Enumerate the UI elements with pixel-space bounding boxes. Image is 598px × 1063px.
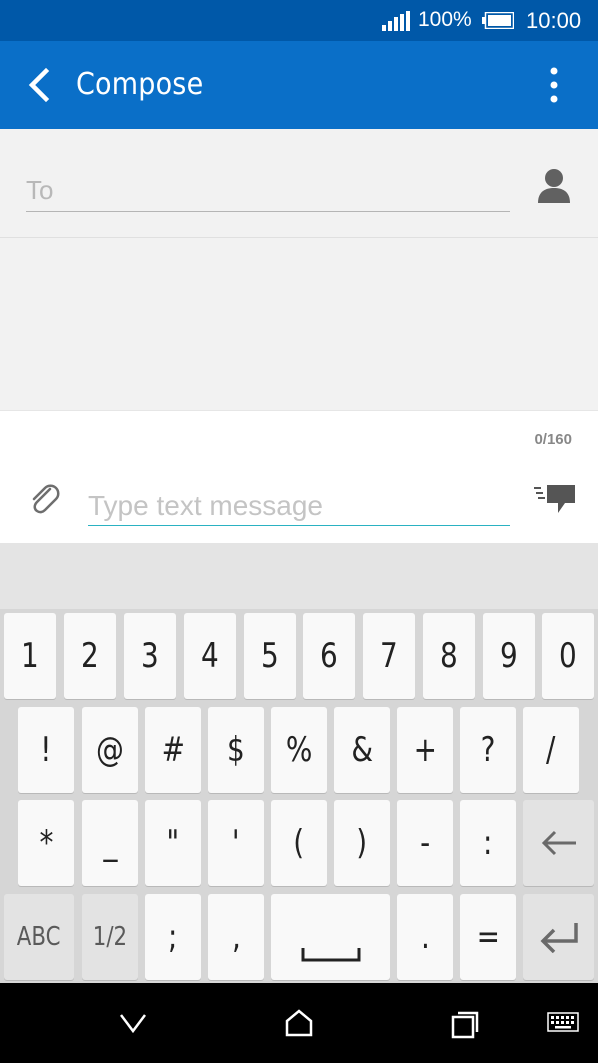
key-period[interactable]: .: [397, 894, 453, 980]
page-title: Compose: [76, 67, 204, 102]
key-5[interactable]: 5: [244, 613, 296, 699]
key-3[interactable]: 3: [124, 613, 176, 699]
person-icon[interactable]: [536, 167, 572, 205]
key-9[interactable]: 9: [483, 613, 535, 699]
key-close-paren[interactable]: ): [334, 800, 390, 886]
app-bar: Compose: [0, 41, 598, 129]
more-vert-icon[interactable]: [538, 63, 570, 107]
key-slash[interactable]: /: [523, 707, 579, 793]
key-equals[interactable]: =: [460, 894, 516, 980]
battery-percent: 100%: [418, 8, 472, 31]
keyboard-icon[interactable]: [546, 1005, 580, 1041]
key-double-quote[interactable]: ": [145, 800, 201, 886]
home-icon[interactable]: [279, 1005, 319, 1041]
key-comma[interactable]: ,: [208, 894, 264, 980]
status-bar: 100% 10:00: [0, 0, 598, 41]
backspace-key[interactable]: [523, 800, 594, 886]
message-input[interactable]: [88, 487, 510, 526]
chevron-left-icon[interactable]: [24, 65, 54, 105]
abc-key[interactable]: ABC: [4, 894, 74, 980]
send-message-icon[interactable]: [534, 485, 576, 515]
conversation-area: [0, 238, 598, 410]
navigation-bar: [0, 983, 598, 1063]
backspace-arrow-icon: [541, 830, 576, 856]
key-minus[interactable]: -: [397, 800, 453, 886]
keyboard-suggestion-strip: [0, 543, 598, 609]
keyboard: 1 2 3 4 5 6 7 8 9 0 ! @ # $ % & + ? / * …: [0, 609, 598, 983]
symbols-page-key[interactable]: 1/2: [82, 894, 138, 980]
key-at[interactable]: @: [82, 707, 138, 793]
enter-key[interactable]: [523, 894, 594, 980]
key-question[interactable]: ?: [460, 707, 516, 793]
key-exclamation[interactable]: !: [18, 707, 74, 793]
enter-icon: [540, 923, 578, 953]
paperclip-icon[interactable]: [28, 481, 60, 517]
key-underscore[interactable]: _: [82, 800, 138, 886]
battery-icon: [482, 12, 514, 29]
key-8[interactable]: 8: [423, 613, 475, 699]
key-percent[interactable]: %: [271, 707, 327, 793]
key-apostrophe[interactable]: ': [208, 800, 264, 886]
key-asterisk[interactable]: *: [18, 800, 74, 886]
character-counter: 0/160: [534, 431, 572, 448]
signal-icon: [382, 11, 410, 31]
space-key[interactable]: [271, 894, 390, 980]
key-plus[interactable]: +: [397, 707, 453, 793]
back-icon[interactable]: [113, 1005, 153, 1041]
key-4[interactable]: 4: [184, 613, 236, 699]
clock: 10:00: [526, 8, 582, 33]
recipient-area: [0, 129, 598, 238]
key-open-paren[interactable]: (: [271, 800, 327, 886]
key-ampersand[interactable]: &: [334, 707, 390, 793]
key-dollar[interactable]: $: [208, 707, 264, 793]
key-hash[interactable]: #: [145, 707, 201, 793]
recents-icon[interactable]: [445, 1005, 485, 1041]
key-colon[interactable]: :: [460, 800, 516, 886]
key-7[interactable]: 7: [363, 613, 415, 699]
space-bar-icon: [301, 948, 360, 962]
key-semicolon[interactable]: ;: [145, 894, 201, 980]
key-1[interactable]: 1: [4, 613, 56, 699]
key-6[interactable]: 6: [303, 613, 355, 699]
key-0[interactable]: 0: [542, 613, 594, 699]
message-composer: 0/160: [0, 410, 598, 544]
key-2[interactable]: 2: [64, 613, 116, 699]
recipient-input[interactable]: [26, 169, 510, 212]
